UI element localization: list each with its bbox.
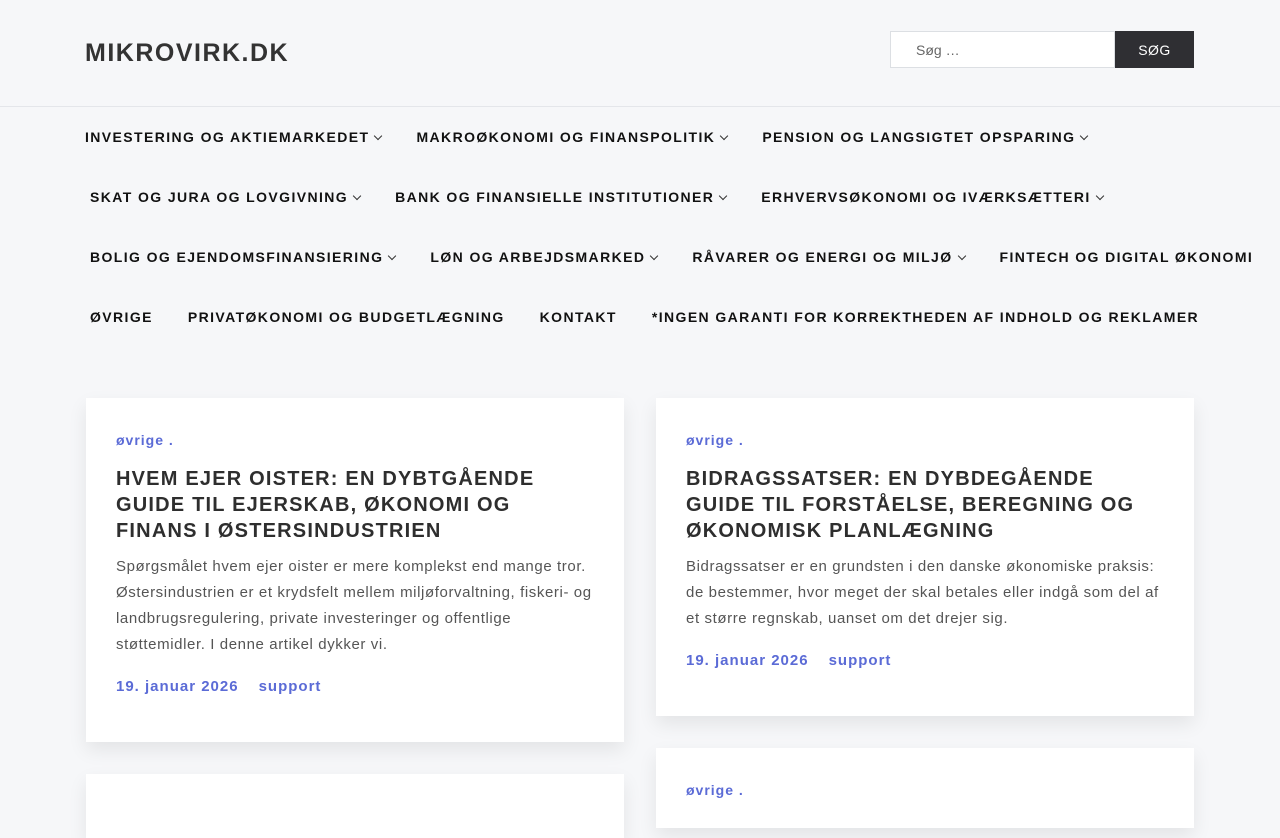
post-card: øvrige . BIDRAGSSATSER: EN DYBDEGÅENDE G…: [656, 398, 1194, 716]
search-input[interactable]: [890, 31, 1115, 68]
nav-item-disclaimer[interactable]: *INGEN GARANTI FOR KORREKTHEDEN AF INDHO…: [652, 309, 1199, 325]
main-navigation: INVESTERING OG AKTIEMARKEDET MAKROØKONOM…: [85, 107, 1252, 347]
nav-item-investering[interactable]: INVESTERING OG AKTIEMARKEDET: [85, 129, 383, 145]
nav-item-label: *INGEN GARANTI FOR KORREKTHEDEN AF INDHO…: [651, 309, 1200, 325]
nav-item-label: BANK OG FINANSIELLE INSTITUTIONER: [395, 189, 715, 205]
nav-item-label: ØVRIGE: [90, 309, 153, 325]
post-author-link[interactable]: support: [829, 652, 892, 669]
search-form: SØG: [890, 31, 1194, 68]
chevron-down-icon: [1080, 131, 1089, 141]
nav-item-ovrige[interactable]: ØVRIGE: [90, 309, 153, 325]
nav-row: INVESTERING OG AKTIEMARKEDET MAKROØKONOM…: [85, 107, 1195, 167]
post-title-link[interactable]: HVEM EJER OISTER: EN DYBTGÅENDE GUIDE TI…: [116, 466, 594, 544]
post-category-link[interactable]: øvrige .: [686, 782, 744, 798]
chevron-down-icon: [388, 251, 397, 261]
nav-item-label: MAKROØKONOMI OG FINANSPOLITIK: [416, 129, 716, 145]
nav-item-label: PENSION OG LANGSIGTET OPSPARING: [762, 129, 1076, 145]
nav-item-bolig[interactable]: BOLIG OG EJENDOMSFINANSIERING: [90, 249, 397, 265]
chevron-down-icon: [719, 191, 728, 201]
nav-item-label: RÅVARER OG ENERGI OG MILJØ: [692, 249, 953, 265]
post-excerpt: Spørgsmålet hvem ejer oister er mere kom…: [116, 558, 592, 653]
nav-item-makrookonomi[interactable]: MAKROØKONOMI OG FINANSPOLITIK: [416, 129, 729, 145]
site-title[interactable]: MIKROVIRK.DK: [85, 39, 289, 68]
nav-item-fintech[interactable]: FINTECH OG DIGITAL ØKONOMI: [1000, 249, 1254, 265]
nav-row: BOLIG OG EJENDOMSFINANSIERING LØN OG ARB…: [85, 227, 1252, 287]
chevron-down-icon: [1095, 191, 1104, 201]
post-category-link[interactable]: øvrige .: [116, 432, 174, 448]
post-meta: 19. januar 2026 support: [686, 652, 1164, 669]
search-button[interactable]: SØG: [1115, 31, 1194, 68]
nav-item-kontakt[interactable]: KONTAKT: [540, 309, 617, 325]
post-card: [86, 774, 624, 838]
post-author-link[interactable]: support: [259, 678, 322, 695]
nav-item-lon[interactable]: LØN OG ARBEJDSMARKED: [430, 249, 659, 265]
site-header: MIKROVIRK.DK SØG: [0, 0, 1280, 107]
nav-item-label: INVESTERING OG AKTIEMARKEDET: [85, 129, 370, 145]
nav-row: ØVRIGE PRIVATØKONOMI OG BUDGETLÆGNING KO…: [85, 287, 1198, 347]
chevron-down-icon: [650, 251, 659, 261]
post-category-link[interactable]: øvrige .: [686, 432, 744, 448]
nav-item-pension[interactable]: PENSION OG LANGSIGTET OPSPARING: [762, 129, 1089, 145]
chevron-down-icon: [720, 131, 729, 141]
post-date-link[interactable]: 19. januar 2026: [116, 678, 239, 695]
nav-item-label: BOLIG OG EJENDOMSFINANSIERING: [90, 249, 384, 265]
nav-item-label: FINTECH OG DIGITAL ØKONOMI: [999, 249, 1254, 265]
nav-item-label: ERHVERVSØKONOMI OG IVÆRKSÆTTERI: [761, 189, 1091, 205]
post-title-link[interactable]: BIDRAGSSATSER: EN DYBDEGÅENDE GUIDE TIL …: [686, 466, 1164, 544]
post-meta: 19. januar 2026 support: [116, 678, 594, 695]
post-excerpt: Bidragssatser er en grundsten i den dans…: [686, 558, 1159, 627]
nav-item-label: SKAT OG JURA OG LOVGIVNING: [90, 189, 349, 205]
nav-item-label: LØN OG ARBEJDSMARKED: [430, 249, 646, 265]
nav-item-privatokonomi[interactable]: PRIVATØKONOMI OG BUDGETLÆGNING: [188, 309, 505, 325]
nav-item-label: PRIVATØKONOMI OG BUDGETLÆGNING: [187, 309, 505, 325]
nav-item-ravarer[interactable]: RÅVARER OG ENERGI OG MILJØ: [692, 249, 966, 265]
nav-item-label: KONTAKT: [539, 309, 617, 325]
chevron-down-icon: [957, 251, 966, 261]
post-card: øvrige . HVEM EJER OISTER: EN DYBTGÅENDE…: [86, 398, 624, 742]
post-card: øvrige .: [656, 748, 1194, 828]
chevron-down-icon: [374, 131, 383, 141]
nav-row: SKAT OG JURA OG LOVGIVNING BANK OG FINAN…: [85, 167, 1195, 227]
chevron-down-icon: [352, 191, 362, 201]
nav-item-erhvervsokonomi[interactable]: ERHVERVSØKONOMI OG IVÆRKSÆTTERI: [761, 189, 1104, 205]
post-date-link[interactable]: 19. januar 2026: [686, 652, 809, 669]
nav-item-skat[interactable]: SKAT OG JURA OG LOVGIVNING: [90, 189, 362, 205]
nav-item-bank[interactable]: BANK OG FINANSIELLE INSTITUTIONER: [395, 189, 728, 205]
